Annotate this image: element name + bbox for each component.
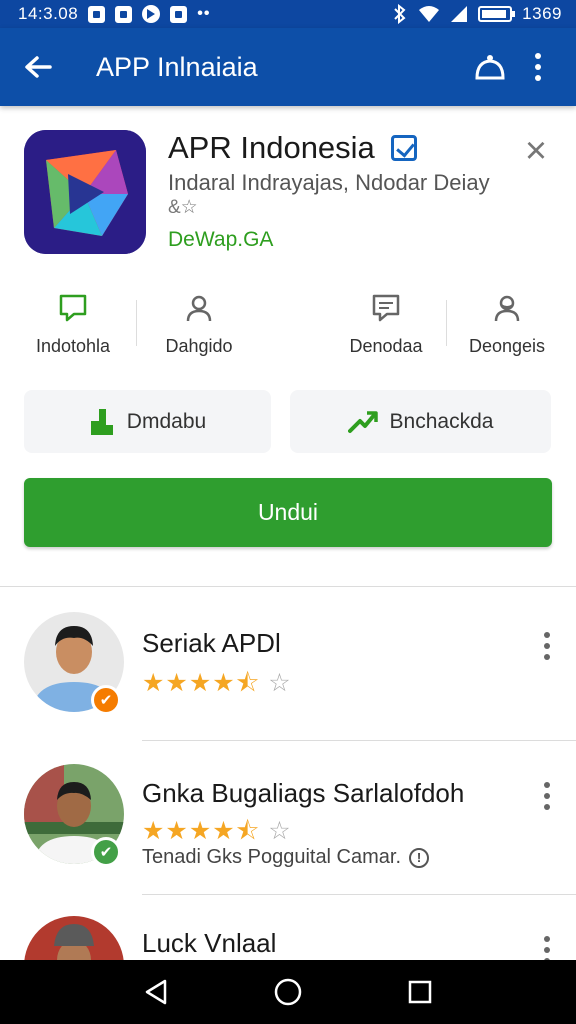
- status-left: 14:3.08 ••: [18, 4, 210, 24]
- quick-action-indotohla[interactable]: Indotohla: [8, 290, 138, 360]
- review-divider: [142, 740, 576, 741]
- play-circle-icon: [142, 5, 161, 23]
- status-time: 14:3.08: [18, 4, 79, 23]
- quick-action-label: Dahgido: [165, 336, 233, 356]
- half-star-icon: ⯪: [235, 817, 261, 845]
- quick-action-denodaa[interactable]: Denodaa: [321, 290, 451, 360]
- quick-actions: Indotohla Dahgido Denodaa Deongeis: [0, 290, 576, 360]
- dmdabu-button[interactable]: Dmdabu: [24, 390, 271, 453]
- reviewer-name: Luck Vnlaal: [142, 928, 277, 958]
- app-name: APR Indonesia: [168, 130, 375, 165]
- notification-box-icon: [115, 5, 133, 23]
- message-icon: [170, 5, 188, 23]
- nav-home-icon[interactable]: [268, 972, 308, 1012]
- battery-icon: [478, 6, 516, 22]
- close-icon[interactable]: ×: [518, 132, 554, 172]
- app-subtitle: Indaral Indrayajas, Ndodar Deiay: [168, 170, 490, 195]
- app-logo-icon[interactable]: [24, 130, 146, 254]
- dmdabu-label: Dmdabu: [126, 409, 207, 433]
- review-more-icon[interactable]: [544, 782, 550, 810]
- navigation-bar: [0, 960, 576, 1024]
- star-outline-icon: ☆: [268, 669, 292, 697]
- trending-icon: [347, 410, 378, 433]
- bluetooth-icon: [394, 4, 406, 24]
- badge-icon: ✔: [91, 837, 121, 867]
- nav-recents-icon[interactable]: [400, 972, 440, 1012]
- nav-back-icon[interactable]: [136, 972, 176, 1012]
- people-icon: [442, 290, 572, 326]
- bnchackda-button[interactable]: Bnchackda: [290, 390, 551, 453]
- more-dots-icon: ••: [197, 5, 211, 22]
- overflow-menu-icon[interactable]: [514, 43, 562, 91]
- app-bar-title: APP Inlnaiaia: [96, 51, 258, 82]
- star-icon: ★★★★: [142, 669, 236, 697]
- half-star-icon: ⯪: [235, 669, 261, 697]
- status-bar: 14:3.08 •• 1369: [0, 0, 576, 28]
- quick-action-label: Deongeis: [468, 336, 546, 356]
- chat-bubble-icon: [8, 290, 138, 326]
- app-title: APR Indonesia: [168, 130, 417, 166]
- star-outline-icon: ☆: [268, 817, 292, 845]
- status-right-time: 1369: [522, 4, 562, 23]
- review-text: Tenadi Gks Pogguital Camar. !: [142, 846, 430, 869]
- message-square-icon: [321, 290, 451, 326]
- badge-icon: ✔: [91, 685, 121, 715]
- review-body: Tenadi Gks Pogguital Camar.: [142, 846, 402, 868]
- rating-mini: &☆: [168, 197, 198, 218]
- wifi-icon: [419, 6, 440, 22]
- app-header: APR Indonesia × Indaral Indrayajas, Ndod…: [24, 130, 554, 260]
- quick-action-dahgido[interactable]: Dahgido: [134, 290, 264, 360]
- quick-action-deongeis[interactable]: Deongeis: [442, 290, 572, 360]
- info-icon[interactable]: !: [409, 847, 430, 868]
- notification-bell-icon[interactable]: [466, 43, 514, 91]
- review-divider: [142, 894, 576, 895]
- signal-icon: [451, 6, 468, 22]
- review-more-icon[interactable]: [544, 632, 550, 660]
- arrow-back-icon[interactable]: [14, 43, 62, 91]
- install-button[interactable]: Undui: [24, 478, 552, 547]
- reviewer-name: Seriak APDl: [142, 628, 281, 658]
- chart-icon: [90, 408, 113, 435]
- quick-action-label: Indotohla: [35, 336, 111, 356]
- status-right: 1369: [392, 4, 562, 24]
- verified-badge-icon: [390, 135, 417, 161]
- bnchackda-label: Bnchackda: [389, 409, 494, 433]
- app-bar: APP Inlnaiaia: [0, 28, 576, 106]
- person-icon: [134, 290, 264, 326]
- section-divider: [0, 586, 576, 587]
- rating-stars: ★★★★⯪ ☆: [142, 664, 292, 707]
- developer-link[interactable]: DeWap.GA: [168, 228, 273, 252]
- star-icon: ★★★★: [142, 817, 236, 845]
- quick-action-label: Denodaa: [349, 336, 423, 356]
- notification-box-icon: [88, 5, 106, 23]
- reviewer-name: Gnka Bugaliags Sarlalofdoh: [142, 778, 465, 808]
